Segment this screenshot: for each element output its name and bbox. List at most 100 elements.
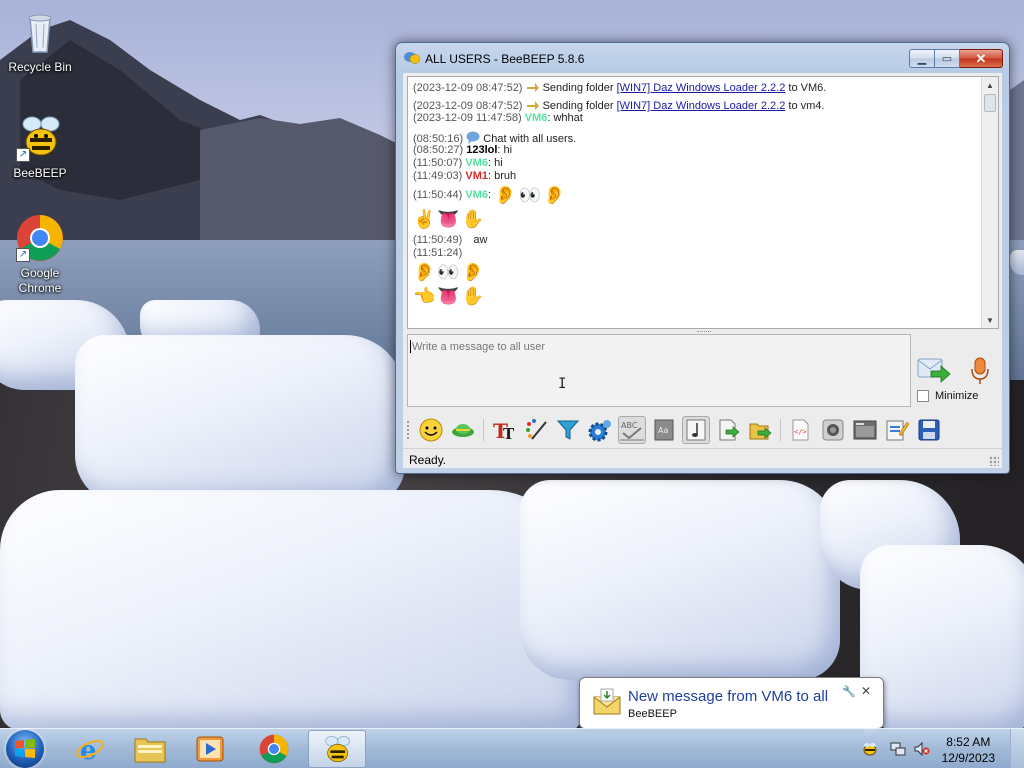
chat-history[interactable]: (2023-12-09 08:47:52) Sending folder [WI… <box>407 76 999 329</box>
minimize-checkbox[interactable]: Minimize <box>917 390 978 402</box>
html-button[interactable]: </> <box>787 416 815 444</box>
html-code-icon: </> <box>792 419 809 441</box>
chat-line: (11:51:24) <box>413 247 981 260</box>
toolbar-separator <box>483 419 484 441</box>
color-button[interactable] <box>522 416 550 444</box>
folder-link[interactable]: [WIN7] Daz Windows Loader 2.2.2 <box>617 100 786 112</box>
scroll-down-button[interactable]: ▼ <box>982 312 998 328</box>
timestamp: (11:51:24) <box>413 247 463 259</box>
beebeep-chat-window[interactable]: ALL USERS - BeeBEEP 5.8.6 ▁ ▭ ✕ (2023-12… <box>395 42 1010 474</box>
raised-hand-emoji-icon: ✋ <box>461 286 485 307</box>
ear-emoji-icon: 👂 <box>461 262 485 283</box>
user-name: 123lol <box>466 144 498 156</box>
chat-toolbar: TT ABC Aa </> <box>407 413 999 447</box>
send-folder-button[interactable] <box>746 416 774 444</box>
taskbar-internet-explorer[interactable]: e <box>61 730 119 768</box>
edit-notes-icon <box>886 420 909 441</box>
minimize-button[interactable]: ▁ <box>909 49 935 68</box>
voice-message-button[interactable] <box>968 356 992 386</box>
settings-button[interactable] <box>586 416 614 444</box>
send-file-icon <box>719 419 740 441</box>
scroll-thumb[interactable] <box>984 94 996 112</box>
start-button[interactable] <box>6 730 44 768</box>
chat-line: (08:50:16) Chat with all users. <box>413 131 981 145</box>
file-transfer-icon <box>526 101 539 110</box>
notification-balloon[interactable]: New message from VM6 to all BeeBEEP 🔧 ✕ <box>579 677 884 738</box>
spellcheck-button[interactable]: ABC <box>618 416 646 444</box>
desktop-icon-recycle-bin[interactable]: Recycle Bin <box>0 8 80 75</box>
chat-scrollbar[interactable]: ▲ ▼ <box>981 77 998 328</box>
internet-explorer-icon: e <box>76 736 104 764</box>
show-desktop-button[interactable] <box>1010 729 1024 768</box>
bee-hat-button[interactable] <box>449 416 477 444</box>
send-button[interactable] <box>917 356 951 386</box>
taskbar-chrome[interactable] <box>245 730 303 768</box>
save-button[interactable] <box>915 416 943 444</box>
volume-muted-icon[interactable] <box>914 741 930 757</box>
ear-emoji-icon: 👂 <box>413 262 436 283</box>
maximize-icon: ▭ <box>941 53 953 65</box>
eyes-emoji-icon: 👀 <box>518 185 541 206</box>
scroll-up-button[interactable]: ▲ <box>982 77 998 93</box>
chat-line: (11:50:44) VM6: 👂 👀 👂 <box>413 183 981 207</box>
send-message-icon <box>917 358 951 383</box>
dictionary-button[interactable]: Aa <box>650 416 678 444</box>
clock-time: 8:52 AM <box>946 735 991 749</box>
sound-button[interactable] <box>682 416 710 444</box>
webcam-button[interactable] <box>819 416 847 444</box>
taskbar: e 8:52 AM 12/9/2023 <box>0 728 1024 768</box>
folder-link[interactable]: [WIN7] Daz Windows Loader 2.2.2 <box>617 82 786 94</box>
pointing-hand-emoji-icon: 👈 <box>413 286 436 307</box>
resize-grip[interactable] <box>989 456 999 466</box>
user-name: VM6 <box>524 112 548 124</box>
webcam-icon <box>822 419 844 441</box>
smiley-icon <box>419 418 443 442</box>
desktop-icon-beebeep[interactable]: ↗ BeeBEEP <box>0 114 80 181</box>
notes-button[interactable] <box>883 416 911 444</box>
message-text: aw <box>473 234 488 246</box>
wrench-icon: 🔧 <box>842 686 856 698</box>
message-text: : hi <box>497 144 513 156</box>
maximize-button[interactable]: ▭ <box>935 49 960 68</box>
font-button[interactable]: TT <box>490 416 518 444</box>
timestamp: (2023-12-09 08:47:52) <box>413 100 523 112</box>
minimize-label: Minimize <box>935 390 979 402</box>
filter-button[interactable] <box>554 416 582 444</box>
timestamp: (11:49:03) <box>413 170 463 182</box>
windows-logo-icon <box>15 739 35 758</box>
spellcheck-icon: ABC <box>620 421 644 441</box>
svg-text:T: T <box>503 425 515 442</box>
emoticons-button[interactable] <box>417 416 445 444</box>
message-text: to VM6. <box>785 82 827 94</box>
notification-options-button[interactable]: 🔧 <box>842 685 856 698</box>
taskbar-beebeep[interactable] <box>308 730 366 768</box>
chat-line: (11:49:03) VM1: bruh <box>413 170 981 183</box>
chevron-down-icon: ▼ <box>986 315 994 325</box>
chat-bubble-icon <box>466 131 480 144</box>
taskbar-media-player[interactable] <box>181 730 239 768</box>
message-input[interactable]: Write a message to all user I <box>407 334 911 407</box>
save-icon <box>918 419 940 441</box>
send-file-button[interactable] <box>714 416 742 444</box>
chat-line: 👂 👀 👂 <box>413 260 981 284</box>
window-titlebar[interactable]: ALL USERS - BeeBEEP 5.8.6 ▁ ▭ ✕ <box>396 43 1009 73</box>
beebeep-tray-icon[interactable] <box>862 741 878 757</box>
media-player-icon <box>196 736 224 762</box>
toolbar-grip[interactable] <box>407 421 411 439</box>
notification-close-button[interactable]: ✕ <box>861 684 871 698</box>
checkbox-box[interactable] <box>917 390 929 402</box>
shortcut-arrow-icon: ↗ <box>16 248 30 262</box>
desktop-icon-google-chrome[interactable]: ↗ Google Chrome <box>0 214 80 296</box>
chat-bubble-icon <box>404 52 420 64</box>
taskbar-file-explorer[interactable] <box>121 730 179 768</box>
splitter-handle[interactable] <box>697 331 711 333</box>
network-icon[interactable] <box>890 741 906 757</box>
message-text: : hi <box>488 157 503 169</box>
status-text: Ready. <box>409 453 447 467</box>
taskbar-clock[interactable]: 8:52 AM 12/9/2023 <box>942 734 995 766</box>
screenshot-button[interactable] <box>851 416 879 444</box>
music-note-icon <box>686 419 706 441</box>
close-button[interactable]: ✕ <box>960 49 1003 68</box>
user-name: VM1 <box>465 170 489 182</box>
bee-hat-icon <box>452 424 474 437</box>
